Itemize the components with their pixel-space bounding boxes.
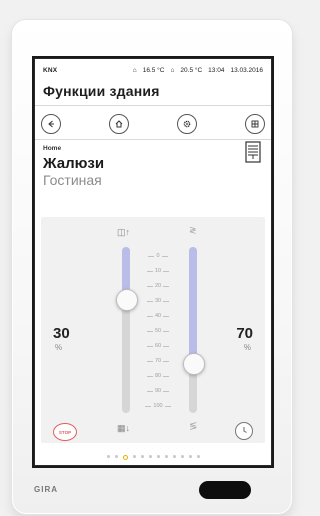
page-dot[interactable] [164, 455, 168, 458]
stop-button[interactable]: STOP [53, 423, 77, 441]
page-dot[interactable] [172, 455, 176, 458]
home-button[interactable] [109, 114, 129, 134]
blinds-up-icon: ◫↑ [117, 227, 131, 237]
slat-value: 70 [236, 325, 253, 342]
page-dot[interactable] [140, 455, 144, 458]
temp-outdoor: 16.5 °C [142, 66, 165, 74]
position-slider-knob[interactable] [116, 289, 138, 311]
page-dot[interactable] [114, 455, 118, 458]
thermo-icon-1: ⌂ [132, 66, 137, 74]
divider [35, 105, 271, 106]
control-panel: ◫↑ ≷ 0 10 20 30 40 50 60 70 80 90 100 30… [41, 217, 265, 443]
home-icon [115, 120, 123, 128]
page-dot[interactable] [156, 455, 160, 458]
temp-indoor: 20.5 °C [180, 66, 203, 74]
function-title: Жалюзи [43, 155, 105, 172]
slat-unit: % [243, 343, 251, 352]
page-indicator [35, 455, 271, 460]
page-dot[interactable] [106, 455, 110, 458]
blinds-down-icon: ▦↓ [117, 423, 131, 433]
page-dot-active[interactable] [122, 455, 128, 460]
status-bar: KNX ⌂ 16.5 °C ⌂ 20.5 °C 13:04 13.03.2016 [43, 65, 263, 75]
back-button[interactable] [41, 114, 61, 134]
thermo-icon-2: ⌂ [170, 66, 175, 74]
grid-button[interactable] [245, 114, 265, 134]
grid-icon [251, 120, 259, 128]
page-dot[interactable] [148, 455, 152, 458]
position-value: 30 [53, 325, 70, 342]
knx-label: KNX [43, 66, 58, 74]
breadcrumb: Home [43, 145, 62, 152]
date: 13.03.2016 [230, 66, 263, 74]
blinds-icon [245, 141, 261, 163]
clock-icon [243, 427, 247, 433]
page-title: Функции здания [43, 83, 160, 99]
slat-slider-knob[interactable] [183, 353, 205, 375]
timer-button[interactable] [235, 422, 253, 440]
hardware-home-key[interactable] [199, 481, 251, 499]
time: 13:04 [208, 66, 225, 74]
page-dot[interactable] [188, 455, 192, 458]
touch-screen: KNX ⌂ 16.5 °C ⌂ 20.5 °C 13:04 13.03.2016… [34, 58, 272, 466]
slat-slider-fill [189, 247, 197, 363]
page-dot[interactable] [180, 455, 184, 458]
room-name: Гостиная [43, 172, 102, 188]
page-dot[interactable] [196, 455, 200, 458]
brand-logo: GIRA [34, 485, 58, 494]
slat-slider[interactable] [189, 247, 197, 413]
page-dot[interactable] [132, 455, 136, 458]
slat-tilt-icon: ≷ [189, 225, 197, 235]
slat-close-icon: ≶ [189, 421, 198, 432]
arrow-left-icon [48, 120, 54, 128]
position-slider[interactable] [122, 247, 130, 413]
divider [35, 139, 271, 140]
settings-button[interactable] [177, 114, 197, 134]
nav-bar [41, 113, 265, 135]
gear-icon [183, 120, 191, 128]
position-unit: % [55, 343, 63, 352]
